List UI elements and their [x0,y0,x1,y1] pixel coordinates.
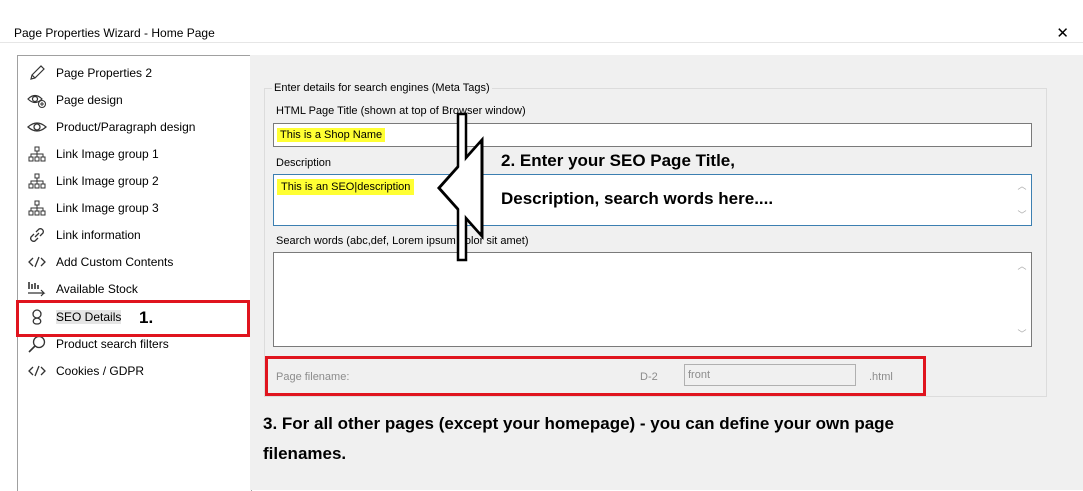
close-icon[interactable]: ✕ [1056,24,1069,42]
html-title-label: HTML Page Title (shown at top of Browser… [276,105,526,117]
search-words-textarea[interactable]: ︿ ﹀ [273,252,1032,347]
link-icon [26,226,48,244]
step-1-annotation: 1. [139,308,154,327]
window-title: Page Properties Wizard - Home Page [14,26,215,40]
description-label: Description [276,157,332,169]
sidebar-item-link-information[interactable]: Link information [26,223,141,247]
sidebar-item-page-properties-2[interactable]: Page Properties 2 [26,61,152,85]
sidebar: Page Properties 2 Page design Product/Pa… [17,55,252,491]
titlebar-divider [0,42,1083,43]
sidebar-item-cookies-gdpr[interactable]: Cookies / GDPR [26,359,144,383]
sidebar-item-label: Link Image group 1 [56,147,159,161]
sidebar-item-label: Page design [56,93,123,107]
sidebar-item-label: Available Stock [56,282,138,296]
window-titlebar: Page Properties Wizard - Home Page ✕ [0,0,1083,42]
html-title-input[interactable]: This is a Shop Name [273,123,1032,147]
sidebar-item-add-custom-contents[interactable]: Add Custom Contents [26,250,173,274]
step-3-annotation-line-1: 3. For all other pages (except your home… [263,414,895,433]
sitemap-icon [26,146,48,162]
sidebar-item-label: Page Properties 2 [56,66,153,80]
sidebar-item-page-design[interactable]: Page design [26,88,123,112]
code-icon [26,255,48,269]
sitemap-icon [26,200,48,216]
step-2-annotation-line-2: Description, search words here.... [501,189,774,208]
step-2-annotation-line-1: 2. Enter your SEO Page Title, [501,151,735,170]
sitemap-icon [26,173,48,189]
sidebar-item-label: Product/Paragraph design [56,120,196,134]
sidebar-item-label: Cookies / GDPR [56,364,145,378]
sidebar-item-product-paragraph-design[interactable]: Product/Paragraph design [26,115,195,139]
pencil-icon [26,64,48,82]
eye-icon [26,119,48,135]
sidebar-item-link-image-group-2[interactable]: Link Image group 2 [26,169,159,193]
sidebar-item-label: Add Custom Contents [56,255,174,269]
scroll-down-icon[interactable]: ﹀ [1015,208,1029,221]
highlight-box-filename [265,356,926,396]
sidebar-item-link-image-group-3[interactable]: Link Image group 3 [26,196,159,220]
sidebar-item-link-image-group-1[interactable]: Link Image group 1 [26,142,159,166]
sidebar-item-label: Product search filters [56,337,169,351]
sidebar-item-label: Link Image group 3 [56,201,159,215]
highlight-box-seo-details [16,300,250,337]
eye-settings-icon [26,91,48,109]
sidebar-item-available-stock[interactable]: Available Stock [26,277,138,301]
scroll-down-icon[interactable]: ﹀ [1015,327,1029,340]
search-icon [26,334,48,354]
stock-icon [26,280,48,298]
scroll-up-icon[interactable]: ︿ [1015,259,1029,272]
sidebar-item-label: Link information [56,228,141,242]
meta-tags-group-title: Enter details for search engines (Meta T… [272,82,492,94]
arrow-left-annotation [436,112,484,262]
html-title-value: This is a Shop Name [277,128,386,142]
search-words-label: Search words (abc,def, Lorem ipsum dolor… [276,235,529,247]
scroll-up-icon[interactable]: ︿ [1015,179,1029,192]
step-3-annotation-line-2: filenames. [263,444,347,463]
description-value: This is an SEO|description [277,179,415,195]
sidebar-item-label: Link Image group 2 [56,174,159,188]
code-icon [26,364,48,378]
